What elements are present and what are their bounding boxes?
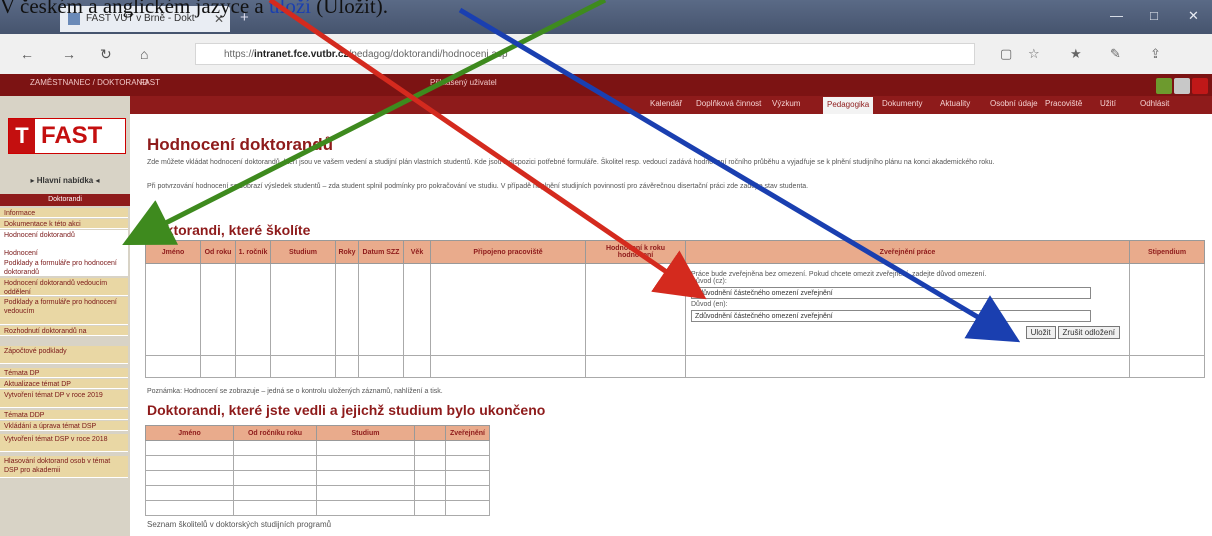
green-arrow bbox=[122, 0, 607, 246]
annotation-arrows bbox=[122, 0, 1021, 343]
blue-arrow bbox=[458, 7, 1021, 343]
red-arrow bbox=[268, 0, 707, 300]
